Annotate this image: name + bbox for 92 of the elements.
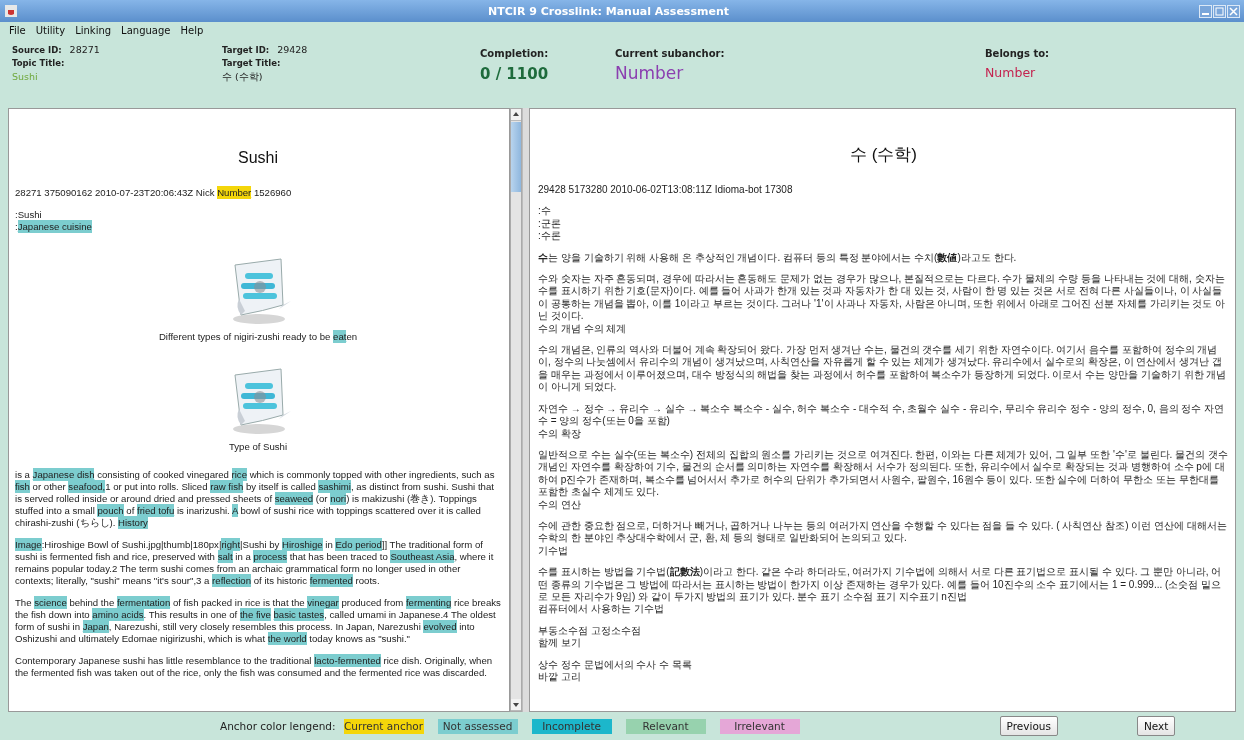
anchor-link[interactable]: the five	[239, 608, 271, 621]
article-text: The science behind the fermentation of fish packed in rice is that the vinegar produced from fermenting rice breaks the fish down into amino acids. This results in one of the five basic tastes, called umami in Japanese.4 The oldest form of sushi in Japan, Narezushi, still very closely resembles this process. In Japan, Narezushi evolved into Oshizushi and ultimately Edomae nigirizushi, which is what the world today knows as "sushi."	[15, 597, 501, 645]
legend-item: Current anchor	[343, 718, 424, 734]
article-text: 수는 양을 기술하기 위해 사용해 온 추상적인 개념이다. 컴퓨터 등의 특정 분야에서는 수치(數値)라고도 한다.	[538, 251, 1018, 265]
menu-item[interactable]: Language	[116, 24, 176, 36]
anchor-link[interactable]: Japan	[82, 620, 109, 633]
article-text: 바깥 고리	[538, 671, 582, 684]
source-id: 28271	[69, 43, 100, 57]
article-title: 수 (수학)	[848, 144, 918, 166]
anchor-link[interactable]: lacto-fermented	[314, 654, 381, 667]
field-label: Target ID:	[222, 44, 270, 56]
scrollbar[interactable]	[510, 108, 522, 712]
article-text: 수의 확장	[538, 427, 582, 440]
article-text: 수에 관한 중요한 점으로, 더하거나 빼거나, 곱하거나 나누는 등의 여러가지 연산을 수행할 수 있다는 점을 들 수 있다. ( 사칙연산 참조) 이런 연산에 대해서는 수학의 한 분야인 추상대수학에서 군, 환, 체 등의 형태로 일반화되어 논의되고 있다.	[538, 519, 1228, 545]
field-label: Completion:	[480, 48, 550, 59]
article-text: 함께 보기	[538, 637, 582, 650]
previous-button[interactable]: Previous	[999, 716, 1058, 736]
article-text: :Japanese cuisine	[15, 221, 93, 233]
article-text: :수	[538, 205, 552, 218]
article-text: 29428 5173280 2010-06-02T13:08:11Z Idioma-bot 17308	[538, 184, 794, 197]
article-text: 수와 숫자는 자주 혼동되며, 경우에 따라서는 혼동해도 문제가 없는 경우가 많으나, 본질적으로는 다르다. 수가 물체의 수량 등을 나타내는 것에 대해, 숫자는 수를 표시하기 위한 기호(문자)이다. 예를 들어 사과가 한개 있는 것과 자동차가 한 대 있는 것, 사람이 한 명 있는 것은 서로 전혀 다른 사실들이나, 이 사실들이 공통하는 개념을 뽑아, 이를 1이라고 부르는 것이다. 그러나 '1'이 사과나 자동차, 사람은 아니며, 또한 위에서 아래로 그어진 선분 자체를 가리키는 것도 아닌 것이다.	[538, 273, 1227, 323]
anchor-link[interactable]: seaweed	[274, 492, 314, 505]
anchor-link[interactable]: science	[34, 596, 67, 609]
anchor-link[interactable]: amino acids	[92, 608, 144, 621]
anchor-link[interactable]: evolved	[423, 620, 457, 633]
belongs-to: Number	[985, 65, 1037, 80]
anchor-link[interactable]: salt	[217, 550, 233, 563]
article-text: 컴퓨터에서 사용하는 기수법	[538, 603, 665, 616]
article-text: 상수 정수 문법에서의 수사 수 목록	[538, 658, 693, 671]
app-icon	[4, 4, 18, 18]
anchor-link[interactable]: fried tofu	[136, 504, 175, 517]
minimize-icon[interactable]	[1199, 4, 1212, 18]
article-text: 수를 표시하는 방법을 기수법(記數法)이라고 한다. 같은 수라 하더라도, 여러가지 기수법에 의해서 서로 다른 표기법으로 표시될 수 있다. 그 뿐만 아니라, 어떤 종류의 기수법은 그 방법에 따라서는 표시하는 방법이 한가지 이상 존재하는 경우가 있다. 예를 들어 10진수의 소수 표기에서는 1 = 0.999... (소숫점 밑으로 모든 자리수가 9임) 와 같이 두가지 방법의 표기가 있다. 분수 표기 소수점 표기 지수표기 n진법	[538, 566, 1223, 604]
anchor-link[interactable]: Japanese dish	[32, 468, 95, 481]
completion-count: 0 / 1100	[480, 65, 550, 83]
anchor-link[interactable]: fermentation	[116, 596, 171, 609]
article-text: :Sushi	[15, 209, 43, 221]
article-text: 수의 개념 수의 체계	[538, 322, 628, 336]
field-label: Topic Title:	[12, 57, 66, 69]
legend-item: Not assessed	[437, 718, 518, 734]
next-button[interactable]: Next	[1136, 716, 1176, 736]
article-text: Contemporary Japanese sushi has little resemblance to the traditional lacto-fermented rice dish. Originally, when the fermented fish was taken out of the rice, only the fish was consumed and the fermented rice was discarded.	[15, 655, 494, 679]
article-text: 수의 연산	[538, 498, 582, 511]
anchor-link[interactable]: process	[253, 550, 287, 563]
article-text: 부동소수점 고정소수점	[538, 624, 642, 638]
anchor-link[interactable]: the world	[267, 632, 307, 645]
article-text: 자연수 → 정수 → 유리수 → 실수 → 복소수 복소수 - 실수, 허수 복소수 - 대수적 수, 초월수 실수 - 유리수, 무리수 유리수 정수 - 양의 정수, 0, 음의 정수 자연수 = 양의 정수(또는 0을 포함)	[538, 402, 1226, 428]
target-id: 29428	[277, 43, 308, 57]
article-text: 기수법	[538, 544, 569, 558]
window-title: NTCIR 9 Crosslink: Manual Assessment	[487, 4, 730, 18]
scroll-thumb[interactable]	[511, 122, 521, 192]
article-text: 수의 개념은, 인류의 역사와 더불어 계속 확장되어 왔다. 가장 먼저 생겨난 수는, 물건의 갯수를 세기 위한 자연수이다. 여기서 음수를 포함하여 정수의 개념이, 정수의 나눗셈에서 유리수의 개념이 생겨났으며, 사칙연산을 자유롭게 할 수 있는 체계가 생겨났다. 유리수에서 실수로의 확장은, 이 연산에서 생겨난 갭을 매우는 과정에서 이루어졌으며, 대수 방정식의 해법을 찾는 과정에서 허수를 포함하여 복소수가 등장하게 되었다. 이로서 수는 양만을 기술하기 위한 개념이 아니게 되었다.	[538, 344, 1228, 394]
anchor-link[interactable]: reflection	[212, 574, 252, 587]
anchor-link[interactable]: sashimi	[318, 480, 351, 493]
anchor-link[interactable]: fermented	[309, 574, 353, 587]
target-title: 수 (수학)	[222, 70, 264, 84]
anchor-link[interactable]: Edo period	[335, 538, 382, 551]
legend-item: Incomplete	[531, 718, 612, 734]
menu-item[interactable]: Linking	[70, 24, 117, 36]
anchor-link[interactable]: seafood,	[68, 480, 106, 493]
topic-title: Sushi	[12, 70, 39, 84]
current-subanchor: Number	[615, 63, 685, 83]
anchor-link[interactable]: raw fish	[210, 480, 244, 493]
article-text: 일반적으로 수는 실수(또는 복소수) 전체의 집합의 원소를 가리키는 것으로 여겨진다. 한편, 이와는 다른 체계가 있어, 그 일부 또한 '수'로 불린다. 물건의 갯수 개념인 자연수를 확장하여 기수, 물건의 순서를 의미하는 자연수를 확장해서 서수가 정의된다. 또한, 유리수에서 실수로 확장되는 것과 병행하여 소수 p에 대하여 p진수가 존재하며, 복소수를 넘어서서 추가로 허수의 단위가 추가되면서 사원수, 팔원수, 16원수 등이 있다. 또한 실수에 더하여 무한소 또는 무한대를 포함한 초실수 체계도 있다.	[538, 448, 1229, 499]
anchor-link[interactable]: Image	[15, 538, 42, 551]
anchor-link[interactable]: History	[118, 516, 148, 529]
legend-label: Anchor color lengend:	[220, 720, 336, 732]
article-text: :군론	[538, 217, 562, 231]
field-label: Current subanchor:	[615, 48, 726, 59]
image-caption: Type of Sushi	[228, 441, 288, 453]
anchor-link[interactable]: fermenting	[405, 596, 452, 609]
anchor-link[interactable]: A	[231, 504, 238, 517]
anchor-link[interactable]: fish	[15, 480, 30, 493]
field-label: Source ID:	[12, 44, 62, 56]
field-label: Target Title:	[222, 57, 282, 69]
field-label: Belongs to:	[985, 48, 1051, 59]
scroll-up-icon[interactable]	[511, 109, 521, 121]
anchor-link[interactable]: pouch	[97, 504, 124, 517]
anchor-link[interactable]: vinegar	[307, 596, 339, 609]
menu-item[interactable]: Help	[175, 24, 209, 36]
menu-item[interactable]: Utility	[30, 24, 71, 36]
article-title: Sushi	[237, 149, 279, 167]
anchor-link[interactable]: Hiroshige	[282, 538, 323, 551]
close-icon[interactable]	[1227, 4, 1240, 18]
article-text: 28271 375090162 2010-07-23T20:06:43Z Nick Number 1526960	[15, 187, 293, 199]
anchor-link[interactable]: Number	[217, 186, 252, 199]
legend-item: Relevant	[625, 718, 706, 734]
legend-item: Irrelevant	[719, 718, 800, 734]
scroll-down-icon[interactable]	[511, 699, 521, 711]
article-text: :수론	[538, 230, 562, 243]
menu-item[interactable]: File	[4, 24, 31, 36]
maximize-icon[interactable]	[1213, 4, 1226, 18]
